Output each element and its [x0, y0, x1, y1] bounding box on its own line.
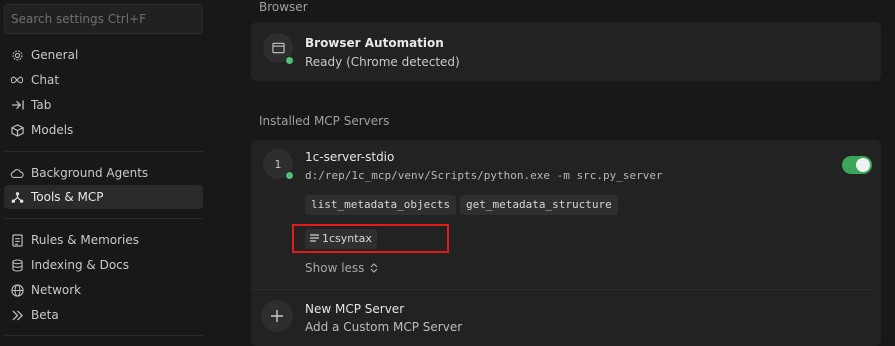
plus-icon [271, 310, 283, 322]
show-less-label: Show less [305, 261, 365, 275]
globe-icon [10, 283, 24, 297]
section-title-browser: Browser [259, 0, 308, 14]
chevron-up-down-icon [370, 262, 378, 276]
sidebar-item-label: Beta [31, 308, 59, 322]
browser-status-text: Ready (Chrome detected) [305, 55, 460, 69]
add-server-button[interactable] [261, 300, 293, 332]
sidebar-item-label: Background Agents [31, 166, 149, 180]
status-dot [285, 171, 294, 180]
sidebar-divider [4, 218, 203, 219]
tool-chip: get_metadata_structure [460, 195, 618, 215]
sidebar-item-network[interactable]: Network [4, 278, 203, 302]
document-icon [10, 233, 24, 247]
sidebar-divider [4, 335, 203, 336]
server-enable-toggle[interactable] [842, 156, 872, 174]
resource-chip: 1csyntax [305, 229, 377, 249]
browser-automation-card: Browser Automation Ready (Chrome detecte… [251, 22, 881, 81]
tab-arrow-icon [10, 98, 24, 112]
sidebar-item-rules-memories[interactable]: Rules & Memories [4, 228, 203, 252]
chevrons-icon [10, 308, 24, 322]
sidebar-item-label: Network [31, 283, 82, 297]
main-content: Browser Browser Automation Ready (Chrome… [251, 0, 881, 346]
show-less-button[interactable]: Show less [305, 261, 378, 276]
sidebar-item-background-agents[interactable]: Background Agents [4, 161, 203, 185]
sidebar-item-tab[interactable]: Tab [4, 93, 203, 117]
sidebar-item-label: Tools & MCP [31, 190, 104, 204]
sidebar-item-models[interactable]: Models [4, 118, 203, 142]
toggle-knob [856, 158, 870, 172]
sidebar-item-label: General [31, 48, 79, 62]
tool-chip: list_metadata_objects [305, 195, 457, 215]
browser-automation-title: Browser Automation [305, 36, 444, 50]
sidebar-item-label: Indexing & Docs [31, 258, 130, 272]
gear-icon [10, 48, 24, 62]
server-command: d:/rep/1c_mcp/venv/Scripts/python.exe -m… [305, 169, 663, 182]
tools-icon [10, 190, 24, 204]
list-icon [310, 229, 319, 249]
sidebar-item-label: Rules & Memories [31, 233, 140, 247]
sidebar-item-label: Chat [31, 73, 60, 87]
cube-icon [10, 123, 24, 137]
sidebar-item-label: Models [31, 123, 74, 137]
sidebar-item-chat[interactable]: Chat [4, 68, 203, 92]
card-divider [251, 289, 871, 290]
sidebar-item-general[interactable]: General [4, 43, 203, 67]
new-mcp-server-title[interactable]: New MCP Server [305, 302, 404, 316]
settings-sidebar: Search settings Ctrl+F General Chat Tab … [0, 0, 210, 346]
sidebar-item-label: Tab [31, 98, 52, 112]
database-icon [10, 258, 24, 272]
sidebar-divider [4, 151, 203, 152]
mcp-server-card: 1 1c-server-stdio d:/rep/1c_mcp/venv/Scr… [251, 140, 881, 346]
sidebar-item-beta[interactable]: Beta [4, 303, 203, 327]
section-title-mcp: Installed MCP Servers [259, 114, 390, 128]
new-mcp-server-subtitle: Add a Custom MCP Server [305, 320, 463, 334]
search-settings-input[interactable]: Search settings Ctrl+F [4, 4, 203, 34]
status-dot [285, 56, 294, 65]
infinity-icon [10, 73, 24, 87]
server-name: 1c-server-stdio [305, 150, 395, 164]
sidebar-item-indexing-docs[interactable]: Indexing & Docs [4, 253, 203, 277]
sidebar-item-tools-mcp[interactable]: Tools & MCP [4, 185, 203, 209]
resource-label: 1csyntax [322, 232, 372, 245]
cloud-icon [10, 166, 24, 180]
